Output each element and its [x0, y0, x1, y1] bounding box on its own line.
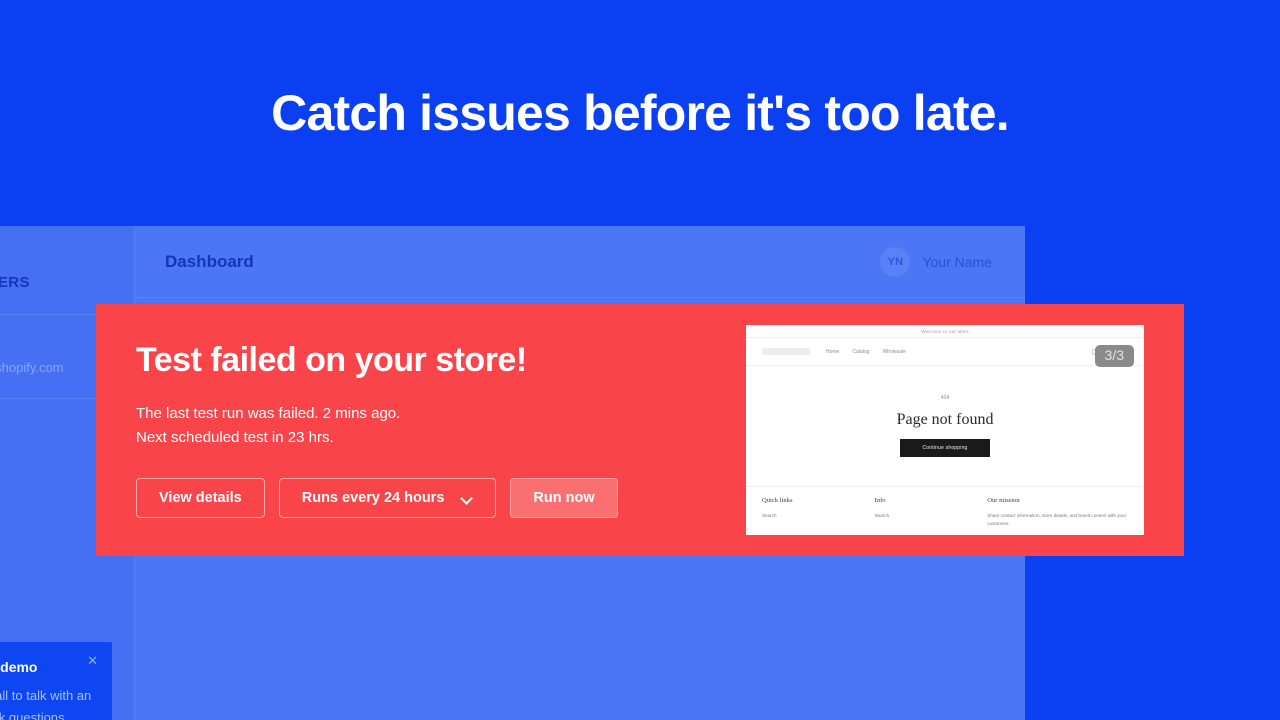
preview-error-title: Page not found	[896, 411, 994, 428]
logo-line-store: STORE	[0, 252, 134, 274]
preview-store-logo	[762, 348, 810, 355]
user-name: Your Name	[922, 253, 992, 270]
book-demo-title: Book a free demo	[0, 658, 38, 675]
alert-content: Test failed on your store! The last test…	[136, 341, 746, 518]
preview-nav-home: Home	[826, 348, 840, 355]
store-page-preview[interactable]: Welcome to our store Home Catalog Wholes…	[746, 325, 1144, 535]
page-title: Dashboard	[165, 251, 254, 271]
preview-error-body: 404 Page not found Continue shopping	[746, 366, 1144, 487]
alert-actions: View details Runs every 24 hours Run now	[136, 477, 726, 518]
preview-footer-heading-quick-links: Quick links	[762, 497, 793, 504]
hero-banner: Catch issues before it's too late.	[0, 0, 1280, 225]
preview-footer: Quick links Search Info Search Our missi…	[746, 487, 1144, 535]
logo-line-watchers: WATCHERS	[0, 274, 30, 292]
preview-footer-text-quick-links: Search	[762, 513, 777, 518]
book-demo-card[interactable]: ✕ Book a free demo Schedule a call to ta…	[0, 641, 112, 720]
view-details-button[interactable]: View details	[136, 477, 265, 518]
preview-footer-col-info: Info Search	[875, 497, 988, 528]
alert-title: Test failed on your store!	[136, 341, 527, 380]
preview-footer-text-mission: Share contact information, store details…	[987, 513, 1127, 527]
preview-announcement-bar: Welcome to our store	[746, 325, 1144, 338]
topbar: Dashboard YN Your Name	[135, 226, 1025, 298]
preview-nav-catalog: Catalog	[852, 348, 870, 355]
alert-line-next-run: Next scheduled test in 23 hrs.	[136, 428, 334, 446]
preview-store-nav: Home Catalog Wholesale	[826, 349, 906, 355]
preview-error-code: 404	[940, 395, 950, 401]
hero-title: Catch issues before it's too late.	[271, 84, 1009, 141]
screenshot-count-badge: 3/3	[1094, 345, 1134, 367]
preview-store-header: Home Catalog Wholesale	[746, 338, 1144, 366]
view-details-label: View details	[159, 489, 242, 506]
preview-footer-text-info: Search	[874, 513, 890, 518]
schedule-dropdown-label: Runs every 24 hours	[301, 489, 445, 506]
avatar: YN	[880, 246, 911, 277]
schedule-dropdown-button[interactable]: Runs every 24 hours	[278, 477, 497, 518]
alert-description: The last test run was failed. 2 mins ago…	[136, 402, 726, 450]
preview-footer-heading-info: Info	[874, 497, 886, 504]
run-now-label: Run now	[533, 489, 595, 506]
preview-footer-col-quick-links: Quick links Search	[762, 497, 875, 528]
alert-line-last-run: The last test run was failed. 2 mins ago…	[136, 404, 401, 422]
preview-footer-heading-mission: Our mission	[987, 497, 1020, 504]
preview-nav-wholesale: Wholesale	[882, 348, 906, 355]
app-logo[interactable]: STORE WATCHERS	[0, 226, 134, 316]
run-now-button[interactable]: Run now	[510, 477, 618, 518]
close-icon[interactable]: ✕	[87, 654, 98, 667]
preview-continue-shopping-button: Continue shopping	[900, 439, 990, 457]
book-demo-text: Schedule a call to talk with an expert a…	[0, 688, 92, 720]
preview-footer-col-mission: Our mission Share contact information, s…	[987, 497, 1128, 528]
test-failed-alert-card: Test failed on your store! The last test…	[96, 304, 1184, 556]
user-menu[interactable]: YN Your Name	[880, 246, 992, 277]
chevron-down-icon	[462, 494, 473, 501]
